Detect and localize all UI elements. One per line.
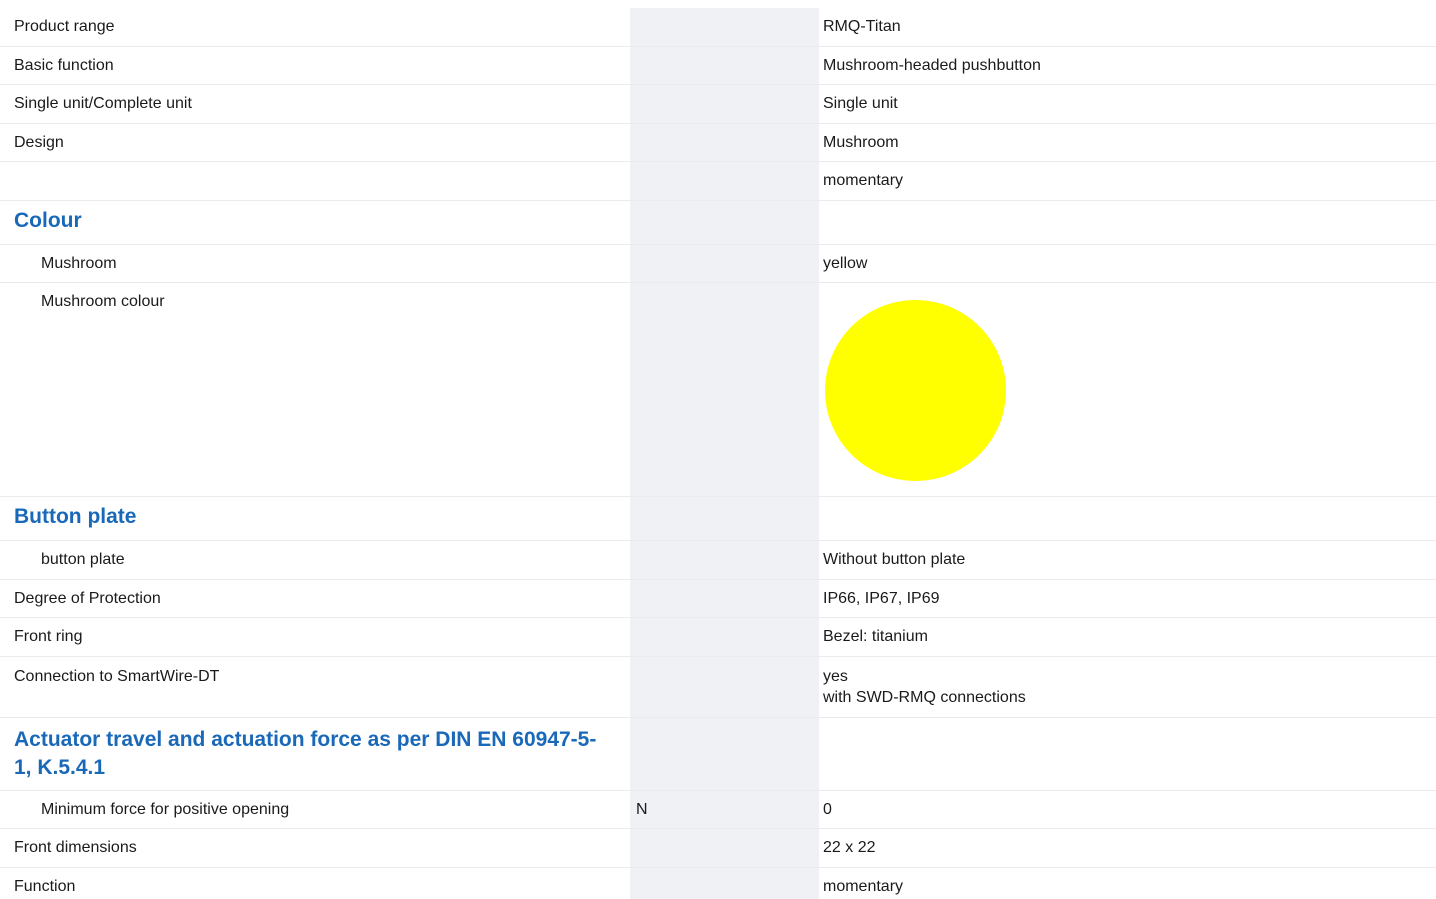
spec-unit [630,46,743,84]
unit-column-shade [743,8,819,46]
spec-value: Mushroom-headed pushbutton [823,56,1041,74]
spec-value-line: with SWD-RMQ connections [823,688,1026,706]
spec-value: yellow [823,254,868,272]
spec-label: Basic function [14,56,114,74]
spec-row-min-force: Minimum force for positive opening N 0 [0,790,1436,829]
spec-unit [630,244,743,282]
unit-column-shade [743,717,819,790]
unit-column-shade [743,497,819,540]
yellow-circle-swatch-icon [825,300,1006,481]
spec-value: Mushroom [823,133,899,151]
spec-value [819,283,1436,496]
spec-unit [630,867,743,899]
product-spec-page: Product range RMQ-Titan Basic function M… [0,0,1436,899]
spec-label: Function [14,877,76,895]
section-actuator-travel: Actuator travel and actuation force as p… [0,717,1436,791]
spec-unit [630,200,743,244]
spec-label: Product range [14,18,115,35]
spec-row-degree-of-protection: Degree of Protection IP66, IP67, IP69 [0,579,1436,618]
spec-value [819,497,1436,540]
unit-column-shade [743,618,819,656]
spec-value: 0 [823,800,832,818]
spec-value [819,718,1436,790]
spec-row-front-dimensions: Front dimensions 22 x 22 [0,829,1436,868]
spec-unit [630,618,743,656]
section-heading: Colour [14,208,82,232]
spec-value: yes with SWD-RMQ connections [819,657,1436,717]
spec-value-line: yes [823,667,848,685]
spec-unit [630,283,743,496]
unit-column-shade [743,85,819,123]
spec-row-design: Design Mushroom [0,123,1436,162]
spec-label: Minimum force for positive opening [41,800,290,818]
spec-label: Front ring [14,628,83,645]
spec-table: Product range RMQ-Titan Basic function M… [0,8,1436,899]
spec-label: Degree of Protection [14,589,161,607]
spec-value: momentary [823,172,904,189]
section-button-plate: Button plate [0,497,1436,541]
spec-unit [630,497,743,540]
spec-row-design-extra: momentary [0,162,1436,201]
unit-column-shade [743,867,819,899]
spec-row-mushroom: Mushroom yellow [0,244,1436,283]
spec-label: Design [14,133,64,151]
unit-column-shade [743,656,819,717]
unit-column-shade [743,829,819,867]
spec-row-mushroom-colour: Mushroom colour [0,283,1436,497]
spec-unit [630,162,743,200]
spec-row-front-ring: Front ring Bezel: titanium [0,618,1436,657]
unit-column-shade [743,200,819,244]
spec-value: Single unit [823,95,898,112]
section-heading: Button plate [14,505,137,528]
spec-unit [630,8,743,46]
unit-column-shade [743,283,819,496]
spec-row-button-plate: button plate Without button plate [0,541,1436,580]
spec-unit [630,579,743,617]
spec-row-function: Function momentary [0,867,1436,899]
spec-value: IP66, IP67, IP69 [823,589,940,607]
unit-column-shade [743,46,819,84]
section-colour: Colour [0,200,1436,245]
spec-label: Single unit/Complete unit [14,95,192,112]
section-heading: Actuator travel and actuation force as p… [14,727,597,779]
spec-row-single-unit: Single unit/Complete unit Single unit [0,85,1436,124]
spec-label: Front dimensions [14,839,137,856]
spec-label: Connection to SmartWire-DT [14,667,220,685]
unit-column-shade [743,790,819,828]
spec-unit [630,656,743,717]
unit-column-shade [743,541,819,579]
spec-value: momentary [823,877,904,895]
unit-column-shade [743,244,819,282]
spec-value: 22 x 22 [823,839,876,856]
spec-unit [630,829,743,867]
unit-column-shade [743,579,819,617]
spec-label: Mushroom colour [41,293,165,310]
spec-unit: N [630,790,743,828]
spec-row-smartwire: Connection to SmartWire-DT yes with SWD-… [0,656,1436,718]
spec-value: Bezel: titanium [823,628,928,645]
spec-row-product-range: Product range RMQ-Titan [0,8,1436,47]
spec-value [819,201,1436,244]
spec-label: button plate [41,551,125,568]
spec-unit [630,85,743,123]
spec-label [0,162,630,200]
spec-label: Mushroom [41,254,117,272]
spec-value: RMQ-Titan [823,18,901,35]
spec-row-basic-function: Basic function Mushroom-headed pushbutto… [0,46,1436,85]
unit-column-shade [743,123,819,161]
unit-column-shade [743,162,819,200]
spec-unit [630,123,743,161]
spec-unit [630,541,743,579]
spec-unit [630,717,743,790]
spec-value: Without button plate [823,551,966,568]
